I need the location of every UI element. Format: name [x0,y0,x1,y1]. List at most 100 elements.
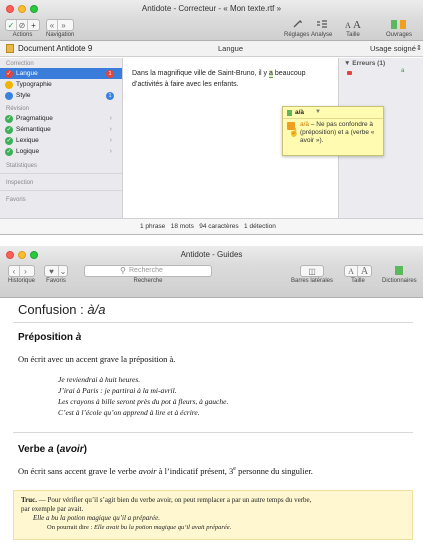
check-circle-icon: ✓ [5,115,13,123]
error-item-text: a [401,68,405,74]
font-larger-button[interactable]: A [358,266,371,276]
reglages-button[interactable]: Réglages [284,19,309,38]
back-icon[interactable]: « [47,20,58,30]
chevron-down-icon[interactable]: ⌄ [59,266,67,276]
guide-content: Confusion : à/a Préposition à On écrit a… [0,298,423,559]
correction-popup[interactable]: a/à ▼ ☝ a/à – Ne pas confondre à (prépos… [282,106,384,156]
column-langue: Langue [218,44,244,53]
dictionnaires-button[interactable]: Dictionnaires [382,265,417,284]
suggestion-marker-icon [287,110,292,116]
navigation-group: « » Navigation [46,19,75,38]
minimize-window-button[interactable] [18,251,26,259]
tip-example-2: On pourrait dire : Elle avait bu la poti… [47,524,232,531]
section-correction: Correction [6,61,34,67]
sidebar-item-pragmatique[interactable]: ✓ Pragmatique › [0,113,122,124]
section-statistiques[interactable]: Statistiques [0,157,122,170]
window-title: Antidote - Guides [180,250,243,259]
status-text: 1 phrase 18 mots 94 caractères 1 détecti… [140,223,276,230]
dropdown-caret-icon[interactable]: ▼ [315,109,321,115]
taille-group: A A Taille [344,265,372,284]
font-smaller-button[interactable]: A [345,266,358,276]
barres-laterales-group: ◫ Barres latérales [291,265,333,284]
taille-label: Taille [346,32,360,38]
editor-line-2: d’activités à faire avec les enfants. [132,81,239,88]
check-icon[interactable]: ✓ [6,20,17,30]
taille-label: Taille [351,278,365,284]
ouvrages-button[interactable]: Ouvrages [386,19,412,38]
recherche-label: Recherche [133,278,163,284]
sidebar-item-label: Lexique [16,137,39,144]
search-icon: ⚲ [120,266,126,275]
sidebar-item-typographie[interactable]: Typographie [0,79,122,90]
section-intro: On écrit sans accent grave le verbe avoi… [18,466,313,476]
minimize-window-button[interactable] [18,5,26,13]
popup-message: a/à – Ne pas confondre à (préposition) e… [300,121,375,144]
example: Les crayons à bille seront près du pot à… [58,397,229,406]
close-window-button[interactable] [6,251,14,259]
barres-label: Barres latérales [291,278,334,284]
historique-group: ‹ › Historique [8,265,36,284]
close-window-button[interactable] [6,5,14,13]
count-badge: 1 [106,70,114,78]
sidebar-item-style[interactable]: Style 1 [0,90,122,101]
suggestion-row[interactable]: a/à ▼ [283,107,383,119]
wrench-icon [284,19,309,31]
zoom-window-button[interactable] [30,251,38,259]
tip-example-1: Elle a bu la potion magique qu’il a prép… [33,514,160,522]
divider [13,322,413,323]
document-icon [6,44,14,53]
chevron-right-icon: › [109,126,112,133]
font-smaller-button[interactable]: A [345,21,351,30]
section-favoris[interactable]: Favoris [0,194,122,204]
page-title: Confusion : à/a [18,302,106,317]
forward-icon[interactable]: › [20,266,31,276]
search-placeholder: Recherche [129,267,163,274]
plus-icon[interactable]: + [28,20,39,30]
guides-window: Antidote - Guides ‹ › Historique ♥ ⌄ Fav… [0,246,423,559]
reglages-label: Réglages [284,32,310,38]
chevron-right-icon: › [109,137,112,144]
back-icon[interactable]: ‹ [9,266,20,276]
titlebar: Antidote - Correcteur - « Mon texte.rtf … [0,0,423,18]
check-circle-icon: ✓ [5,126,13,134]
error-list-item[interactable]: a [343,68,419,77]
zoom-window-button[interactable] [30,5,38,13]
typographie-icon [5,81,13,89]
example-list: Je reviendrai à huit heures. J’irai à Pa… [58,374,228,418]
ouvrages-label: Ouvrages [386,32,413,38]
suggestion-text[interactable]: a/à [295,109,304,116]
editor-line-1: Dans la magnifique ville de Saint-Bruno,… [132,70,306,78]
sidebar-toggle-icon[interactable]: ◫ [301,266,323,276]
column-header: Document Antidote 9 Langue Usage soigné … [0,41,423,57]
error-marker-icon [347,71,352,75]
sidebar: Correction ✓ Langue 1 Typographie Style … [0,58,123,218]
sidebar-item-label: Pragmatique [16,115,53,122]
forward-icon[interactable]: » [58,20,69,30]
errors-header[interactable]: ▼ Erreurs (1) [339,58,423,69]
section-heading-verbe: Verbe a (avoir) [18,444,87,455]
traffic-lights [6,5,38,13]
traffic-lights [6,251,38,259]
usage-select[interactable]: Usage soigné [370,44,416,53]
analyse-button[interactable]: Analyse [311,19,332,38]
error-check-icon: ✓ [5,70,13,78]
font-larger-button[interactable]: A [353,19,361,31]
search-group: ⚲ Recherche Recherche [84,265,212,284]
document-title: Document Antidote 9 [18,44,93,53]
sidebar-item-label: Logique [16,148,40,155]
sidebar-item-langue[interactable]: ✓ Langue 1 [0,68,122,79]
section-heading-preposition: Préposition à [18,332,82,343]
tip-line-1: Truc. — Pour vérifier qu’il s’agit bien … [21,496,312,504]
section-inspection[interactable]: Inspection [0,177,122,187]
sidebar-item-semantique[interactable]: ✓ Sémantique › [0,124,122,135]
style-icon [5,92,13,100]
section-revision: Révision [6,106,30,112]
heart-icon[interactable]: ♥ [45,266,59,276]
sidebar-item-lexique[interactable]: ✓ Lexique › [0,135,122,146]
cancel-icon[interactable]: ⊘ [17,20,28,30]
analyse-label: Analyse [311,32,333,38]
check-circle-icon: ✓ [5,137,13,145]
sidebar-item-logique[interactable]: ✓ Logique › [0,146,122,157]
favoris-label: Favoris [46,278,66,284]
search-field[interactable]: ⚲ Recherche [84,265,212,277]
